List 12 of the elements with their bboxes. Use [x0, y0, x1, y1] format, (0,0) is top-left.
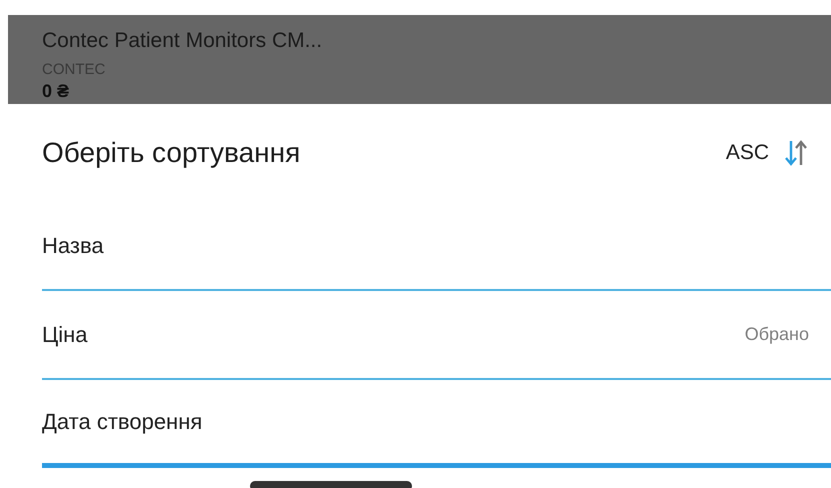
- option-label: Назва: [42, 232, 105, 258]
- product-price: 0 ₴: [42, 80, 70, 102]
- sort-option[interactable]: Ціна Обрано: [42, 291, 831, 380]
- sort-option[interactable]: Назва: [42, 202, 831, 291]
- option-label: Ціна: [42, 322, 89, 348]
- sort-arrows-icon[interactable]: [785, 138, 807, 168]
- option-label: Дата створення: [42, 408, 204, 434]
- sort-direction-button[interactable]: ASC: [726, 141, 769, 165]
- sort-option[interactable]: Дата створення: [42, 380, 831, 468]
- selected-label: Обрано: [744, 324, 809, 345]
- product-name: Contec Patient Monitors CM...: [42, 30, 324, 52]
- sheet-title: Оберіть сортування: [42, 137, 302, 169]
